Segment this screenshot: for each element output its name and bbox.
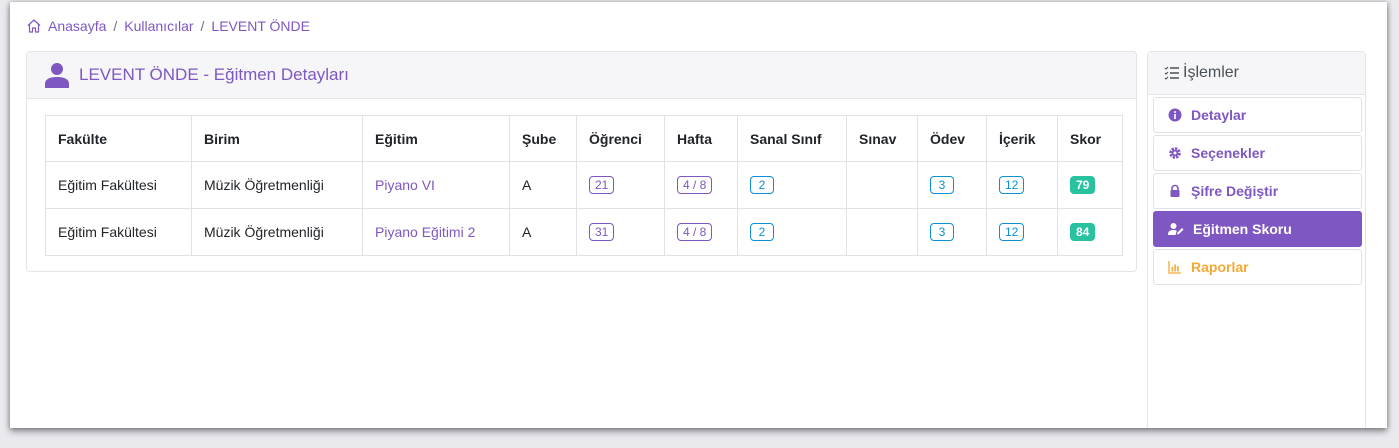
courses-table: Fakülte Birim Eğitim Şube Öğrenci Hafta … [45, 115, 1123, 256]
score-cell: 79 [1057, 161, 1123, 209]
unit-cell: Müzik Öğretmenliği [191, 208, 363, 256]
column-header: İçerik [986, 115, 1058, 162]
section-cell: A [509, 161, 577, 209]
column-header: Birim [191, 115, 363, 162]
breadcrumb-home-link[interactable]: Anasayfa [48, 18, 106, 34]
user-icon [45, 63, 69, 88]
menu-item-details[interactable]: Detaylar [1153, 97, 1362, 133]
homework-cell: 3 [917, 208, 987, 256]
week-cell: 4 / 8 [664, 161, 738, 209]
home-icon [27, 19, 41, 33]
students-cell: 31 [576, 208, 665, 256]
column-header: Eğitim [362, 115, 510, 162]
table-row: Eğitim Fakültesi Müzik Öğretmenliği Piya… [45, 161, 1123, 209]
menu-item-reports[interactable]: Raporlar [1153, 249, 1362, 285]
exam-cell [846, 208, 918, 256]
section-cell: A [509, 208, 577, 256]
table-row: Eğitim Fakültesi Müzik Öğretmenliği Piya… [45, 208, 1123, 256]
content-badge[interactable]: 12 [999, 176, 1025, 194]
column-header: Sınav [846, 115, 918, 162]
menu-item-label: Raporlar [1191, 259, 1249, 275]
list-check-icon [1164, 66, 1179, 80]
breadcrumb-separator: / [200, 18, 205, 34]
virtual-class-cell: 2 [737, 161, 847, 209]
course-link[interactable]: Piyano VI [375, 177, 435, 193]
homework-cell: 3 [917, 161, 987, 209]
homework-badge[interactable]: 3 [930, 176, 954, 194]
page-title: LEVENT ÖNDE - Eğitmen Detayları [79, 65, 349, 84]
card-header: LEVENT ÖNDE - Eğitmen Detayları [27, 52, 1136, 99]
faculty-cell: Eğitim Fakültesi [45, 208, 192, 256]
score-badge: 79 [1070, 176, 1096, 194]
unit-cell: Müzik Öğretmenliği [191, 161, 363, 209]
course-cell: Piyano Eğitimi 2 [362, 208, 510, 256]
menu-item-label: Seçenekler [1191, 145, 1265, 161]
menu-item-options[interactable]: Seçenekler [1153, 135, 1362, 171]
score-cell: 84 [1057, 208, 1123, 256]
actions-panel: İşlemler Detaylar Seçenekler Şifre Değiş… [1147, 51, 1366, 428]
instructor-details-card: LEVENT ÖNDE - Eğitmen Detayları Fakülte … [26, 51, 1137, 272]
students-cell: 21 [576, 161, 665, 209]
breadcrumb: Anasayfa / Kullanıcılar / LEVENT ÖNDE [26, 16, 310, 36]
week-badge[interactable]: 4 / 8 [677, 223, 713, 241]
score-badge: 84 [1070, 223, 1096, 241]
user-edit-icon [1168, 223, 1184, 235]
week-cell: 4 / 8 [664, 208, 738, 256]
breadcrumb-current[interactable]: LEVENT ÖNDE [211, 18, 310, 34]
course-link[interactable]: Piyano Eğitimi 2 [375, 224, 475, 240]
breadcrumb-separator: / [113, 18, 118, 34]
menu-item-label: Şifre Değiştir [1191, 183, 1279, 199]
column-header: Skor [1057, 115, 1123, 162]
content-cell: 12 [986, 161, 1058, 209]
virtual-class-badge[interactable]: 2 [750, 176, 774, 194]
column-header: Fakülte [45, 115, 192, 162]
app-window: Anasayfa / Kullanıcılar / LEVENT ÖNDE LE… [10, 2, 1387, 428]
cog-icon [1169, 147, 1181, 159]
students-badge[interactable]: 21 [589, 176, 615, 194]
chart-icon [1168, 261, 1181, 274]
actions-menu: Detaylar Seçenekler Şifre Değiştir Eğitm… [1153, 97, 1362, 287]
virtual-class-cell: 2 [737, 208, 847, 256]
virtual-class-badge[interactable]: 2 [750, 223, 774, 241]
table-header-row: Fakülte Birim Eğitim Şube Öğrenci Hafta … [45, 115, 1123, 162]
lock-icon [1170, 184, 1180, 197]
menu-item-change-password[interactable]: Şifre Değiştir [1153, 173, 1362, 209]
content-cell: 12 [986, 208, 1058, 256]
homework-badge[interactable]: 3 [930, 223, 954, 241]
actions-panel-title: İşlemler [1183, 64, 1240, 81]
column-header: Sanal Sınıf [737, 115, 847, 162]
breadcrumb-users-link[interactable]: Kullanıcılar [124, 18, 193, 34]
exam-cell [846, 161, 918, 209]
menu-item-label: Eğitmen Skoru [1193, 221, 1292, 237]
column-header: Hafta [664, 115, 738, 162]
course-cell: Piyano VI [362, 161, 510, 209]
content-badge[interactable]: 12 [999, 223, 1025, 241]
info-circle-icon [1168, 108, 1182, 122]
actions-panel-header: İşlemler [1148, 52, 1365, 95]
column-header: Ödev [917, 115, 987, 162]
students-badge[interactable]: 31 [589, 223, 615, 241]
menu-item-label: Detaylar [1191, 107, 1247, 123]
faculty-cell: Eğitim Fakültesi [45, 161, 192, 209]
column-header: Öğrenci [576, 115, 665, 162]
menu-item-instructor-score[interactable]: Eğitmen Skoru [1153, 211, 1362, 247]
week-badge[interactable]: 4 / 8 [677, 176, 713, 194]
column-header: Şube [509, 115, 577, 162]
